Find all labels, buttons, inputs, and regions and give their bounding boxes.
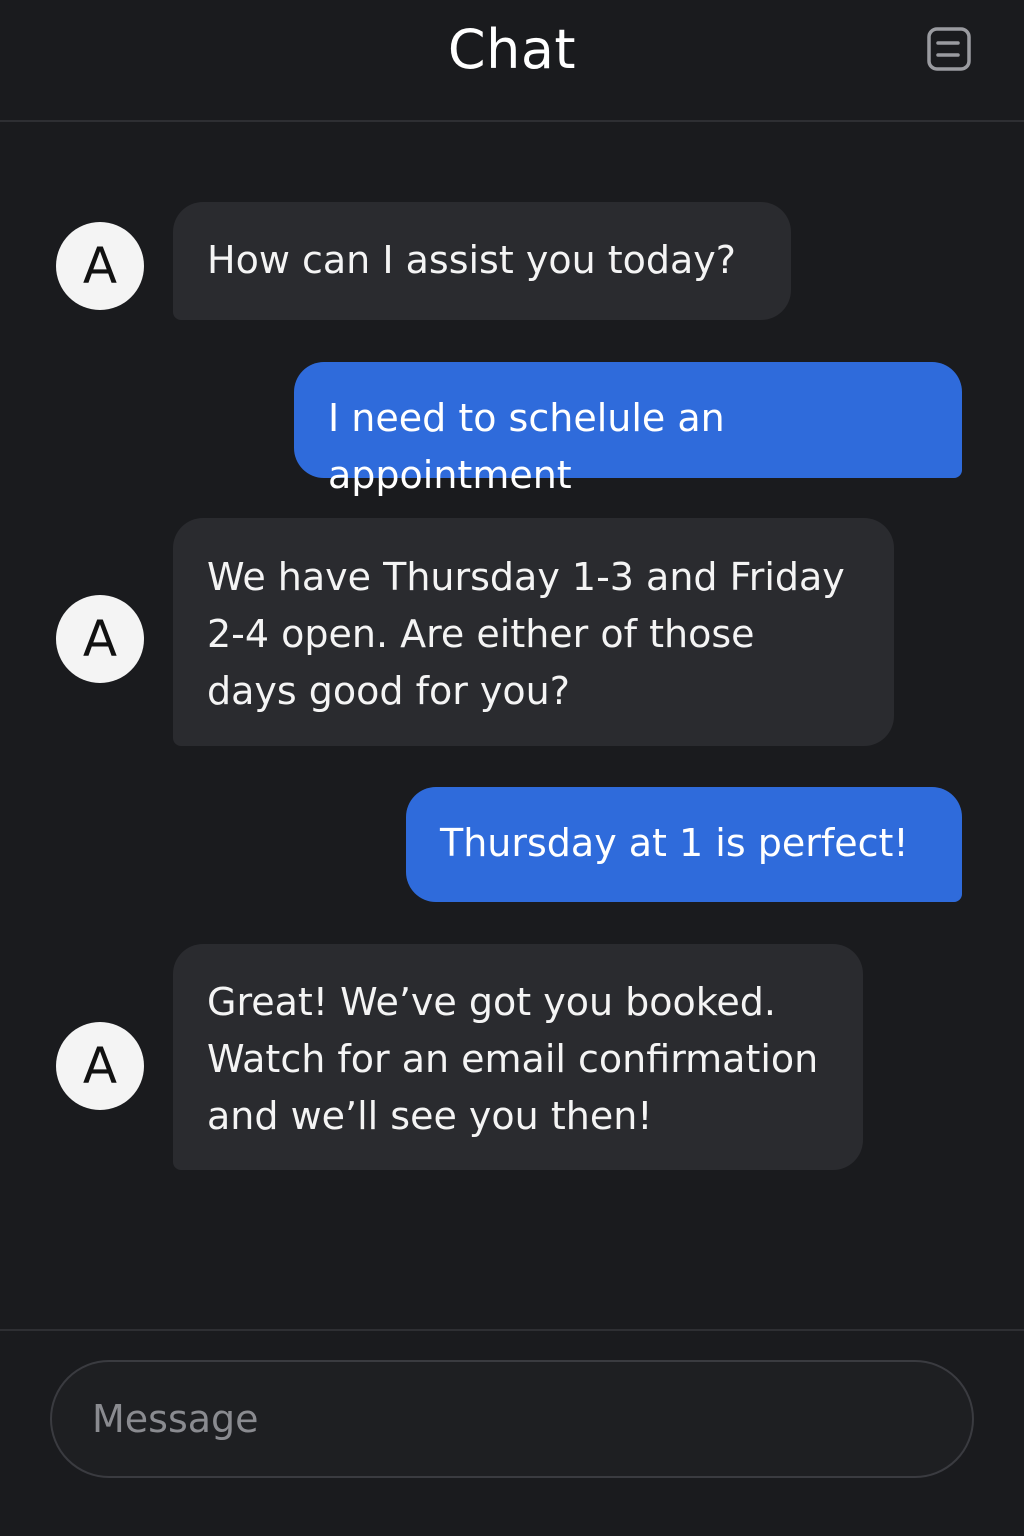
avatar: A <box>56 1022 144 1110</box>
message-input[interactable] <box>50 1360 974 1478</box>
message-text-line: Watch for an email confirmation <box>207 1037 819 1081</box>
message-bubble-incoming: We have Thursday 1-3 and Friday 2-4 open… <box>173 518 894 746</box>
message-text-line: and we’ll see you then! <box>207 1094 653 1138</box>
message-text-line: We have Thursday 1-3 and Friday <box>207 555 845 599</box>
message-text-line: 2-4 open. Are either of those <box>207 612 755 656</box>
message-bubble-incoming: How can I assist you today? <box>173 202 791 320</box>
message-text-line: days good for you? <box>207 669 570 713</box>
message-bubble-outgoing: Thursday at 1 is perfect! <box>406 787 962 902</box>
avatar: A <box>56 595 144 683</box>
message-text: How can I assist you today? <box>207 238 736 282</box>
avatar: A <box>56 222 144 310</box>
page-title: Chat <box>447 18 577 81</box>
header: Chat <box>0 0 1024 122</box>
message-text-line: Great! We’ve got you booked. <box>207 980 776 1024</box>
list-menu-icon[interactable] <box>926 26 972 72</box>
message-text: I need to schelule an appointment <box>328 396 725 497</box>
message-bubble-incoming: Great! We’ve got you booked. Watch for a… <box>173 944 863 1170</box>
message-bubble-outgoing: I need to schelule an appointment <box>294 362 962 497</box>
message-text: Thursday at 1 is perfect! <box>440 821 909 865</box>
chat-screen: Chat A How can I assist you today? I nee… <box>0 0 1024 1536</box>
